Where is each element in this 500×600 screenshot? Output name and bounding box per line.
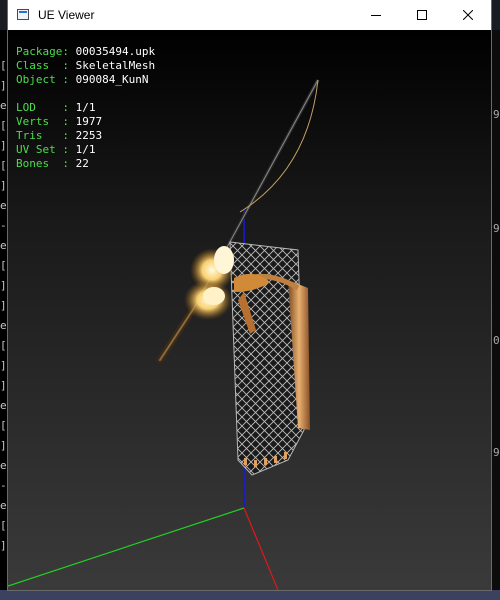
uvset-row: UV Set : 1/1 xyxy=(16,143,155,157)
package-label: Package: xyxy=(16,45,76,58)
axis-y xyxy=(8,507,245,587)
verts-row: Verts : 1977 xyxy=(16,115,155,129)
lod-label: LOD : xyxy=(16,101,76,114)
bones-row: Bones : 22 xyxy=(16,157,155,171)
class-label: Class : xyxy=(16,59,76,72)
close-button[interactable] xyxy=(445,0,491,30)
tris-label: Tris : xyxy=(16,129,76,142)
mesh-info-overlay: Package: 00035494.upk Class : SkeletalMe… xyxy=(16,45,155,171)
verts-value: 1977 xyxy=(75,115,103,128)
class-row: Class : SkeletalMesh xyxy=(16,59,155,73)
lod-value: 1/1 xyxy=(75,101,96,114)
bones-label: Bones : xyxy=(16,157,76,170)
bones-value: 22 xyxy=(75,157,89,170)
object-row: Object : 090084_KunN xyxy=(16,73,155,87)
app-window-icon xyxy=(17,9,29,20)
tris-row: Tris : 2253 xyxy=(16,129,155,143)
tris-value: 2253 xyxy=(75,129,103,142)
axis-x xyxy=(243,507,279,590)
window-title: UE Viewer xyxy=(38,8,95,22)
title-bar[interactable]: UE Viewer xyxy=(8,0,491,30)
background-number: 0 xyxy=(493,334,500,347)
taskbar-strip xyxy=(0,590,500,600)
object-value: 090084_KunN xyxy=(75,73,149,86)
package-row: Package: 00035494.upk xyxy=(16,45,155,59)
package-value: 00035494.upk xyxy=(75,45,156,58)
uvset-value: 1/1 xyxy=(75,143,96,156)
background-number: 9 xyxy=(493,222,500,235)
3d-viewport[interactable]: Package: 00035494.upk Class : SkeletalMe… xyxy=(8,30,491,590)
maximize-icon xyxy=(417,10,427,20)
background-number: 9 xyxy=(493,108,500,121)
uvset-label: UV Set : xyxy=(16,143,76,156)
ue-viewer-window: UE Viewer Package: 00035494.upk Class: … xyxy=(8,0,491,590)
object-label: Object : xyxy=(16,73,76,86)
verts-label: Verts : xyxy=(16,115,76,128)
minimize-icon xyxy=(371,15,381,16)
maximize-button[interactable] xyxy=(399,0,445,30)
background-number: 9 xyxy=(493,446,500,459)
close-icon xyxy=(463,10,473,20)
minimize-button[interactable] xyxy=(353,0,399,30)
class-value: SkeletalMesh xyxy=(75,59,156,72)
lod-row: LOD : 1/1 xyxy=(16,101,155,115)
